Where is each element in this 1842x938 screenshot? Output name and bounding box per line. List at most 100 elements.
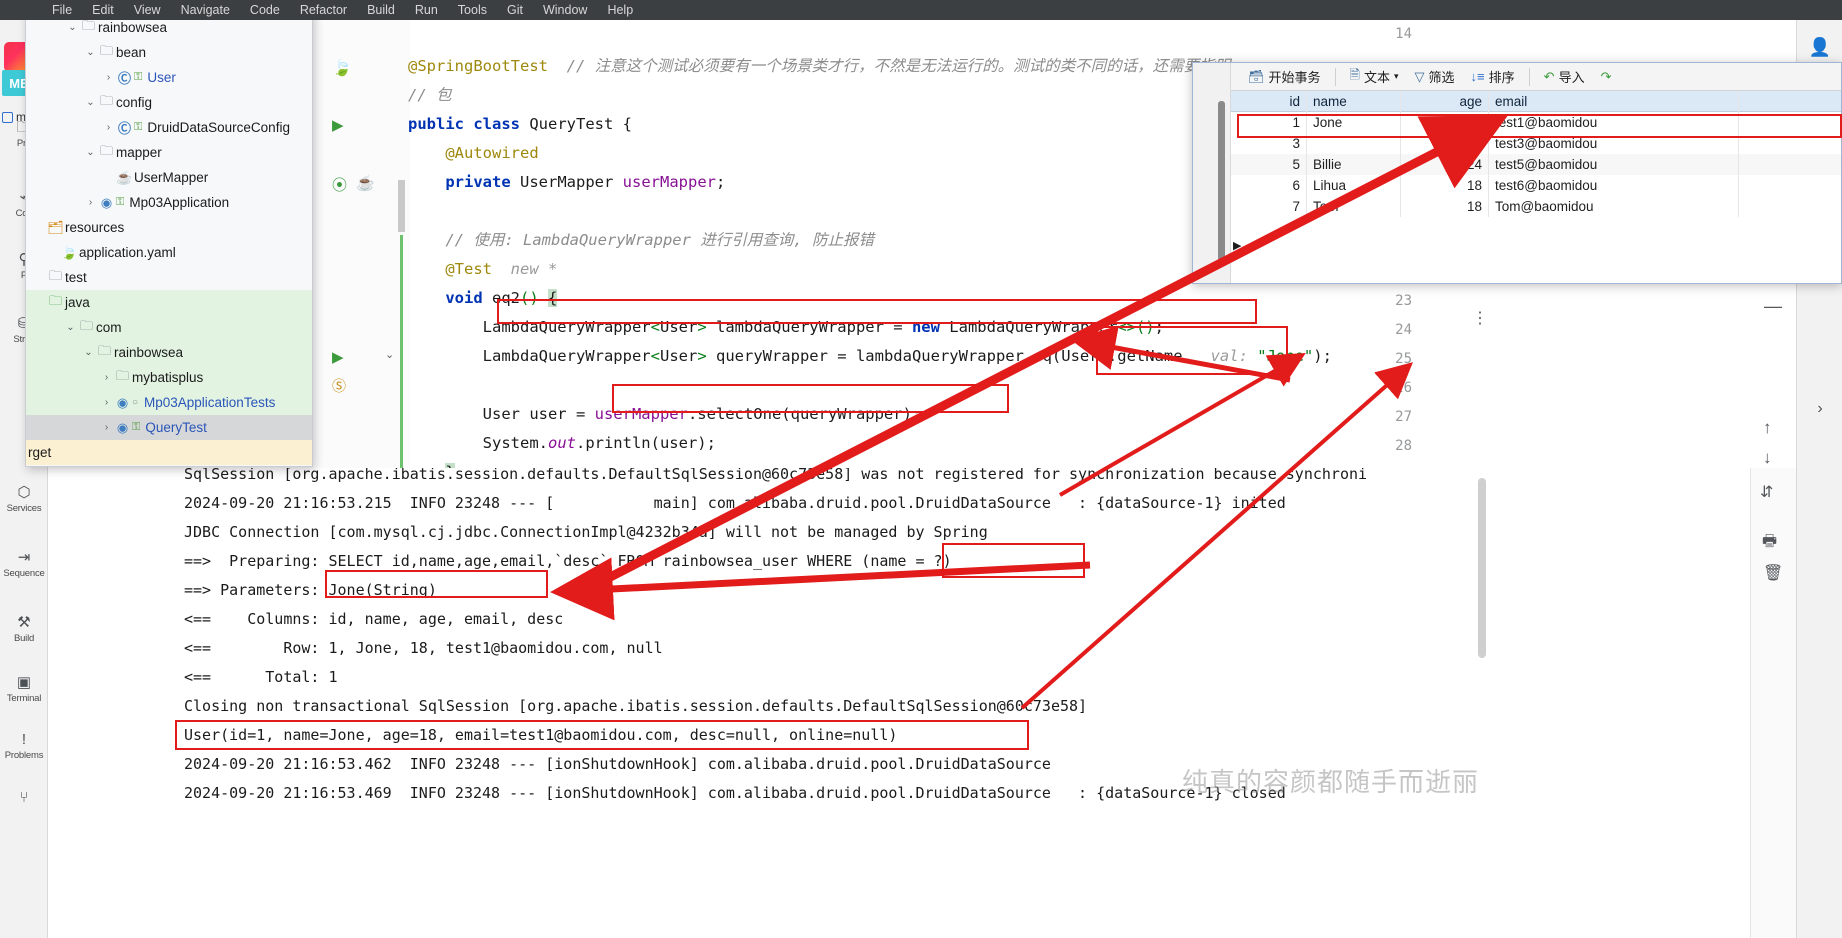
db-cell-id[interactable]: 6 xyxy=(1231,175,1307,196)
db-cell-age[interactable]: 18 xyxy=(1401,112,1489,133)
code-line-17[interactable]: public class QueryTest { xyxy=(408,114,632,135)
chevron-down-icon[interactable]: ⌄ xyxy=(385,348,394,361)
db-cell-name[interactable]: Billie xyxy=(1307,154,1401,175)
chevron-down-icon[interactable]: ⌄ xyxy=(82,347,95,358)
menu-item-file[interactable]: File xyxy=(42,0,82,20)
menu-item-edit[interactable]: Edit xyxy=(82,0,124,20)
db-cell-age[interactable]: 18 xyxy=(1401,175,1489,196)
code-line-22[interactable]: @Test new * xyxy=(408,259,557,280)
scroll-down-icon[interactable]: ↓ xyxy=(1763,448,1772,468)
text-view-button[interactable]: 🗎 文本 ▾ xyxy=(1343,64,1406,90)
table-row[interactable]: 5 Billie 24 test5@baomidou xyxy=(1231,154,1841,175)
project-tool-window[interactable]: ⌄ 🗀 rainbowsea ⌄ 🗀 bean › Ⓒ ⚿ User ⌄ 🗀 c… xyxy=(25,12,313,467)
db-cell-name[interactable] xyxy=(1307,133,1401,154)
menu-item-run[interactable]: Run xyxy=(405,0,448,20)
tree-node-target[interactable]: rget xyxy=(26,440,312,465)
sidebar-item-services[interactable]: ⬡ Services xyxy=(0,485,48,515)
database-client-window[interactable]: 🗃 开始事务 🗎 文本 ▾ ▽ 筛选 ↓≡ 排序 ↶ 导入 ↷ id name … xyxy=(1192,62,1842,284)
code-line-18[interactable]: @Autowired xyxy=(408,143,538,164)
warning-bulb-icon[interactable]: Ⓢ xyxy=(332,376,346,396)
chevron-down-icon[interactable]: ⌄ xyxy=(66,22,79,33)
tree-node-usermapper[interactable]: ☕ UserMapper xyxy=(26,165,312,190)
db-cell-name[interactable]: Jone xyxy=(1307,112,1401,133)
table-row[interactable]: 1 Jone 18 test1@baomidou xyxy=(1231,112,1841,133)
menu-item-build[interactable]: Build xyxy=(357,0,405,20)
code-line-15[interactable]: @SpringBootTest // 注意这个测试必须要有一个场景类才行，不然是… xyxy=(408,56,1230,77)
tree-node-mapper[interactable]: ⌄ 🗀 mapper xyxy=(26,140,312,165)
tree-node-com[interactable]: ⌄ 🗀 com xyxy=(26,315,312,340)
db-vertical-scrollbar[interactable] xyxy=(1218,101,1225,261)
code-line-28[interactable]: System.out.println(user); xyxy=(408,433,716,454)
code-line-19[interactable]: private UserMapper userMapper; xyxy=(408,172,725,193)
code-line-29[interactable]: } xyxy=(408,462,455,468)
db-cell-age[interactable]: 18 xyxy=(1401,196,1489,217)
sort-button[interactable]: ↓≡ 排序 xyxy=(1464,65,1522,88)
db-cell-age[interactable]: 24 xyxy=(1401,154,1489,175)
db-cell-id[interactable]: 3 xyxy=(1231,133,1307,154)
db-column-header-name[interactable]: name xyxy=(1307,90,1401,112)
chevron-down-icon[interactable]: ▾ xyxy=(1394,71,1399,82)
console-scrollbar[interactable] xyxy=(1478,478,1486,658)
sidebar-item-git[interactable]: ⑂ xyxy=(0,790,48,806)
code-line-16[interactable]: // 包 xyxy=(408,85,452,106)
bean-inject-icon[interactable]: ⦿ xyxy=(332,174,347,195)
db-cell-id[interactable]: 5 xyxy=(1231,154,1307,175)
trash-icon[interactable]: 🗑 xyxy=(1763,563,1783,583)
tree-node-application-yaml[interactable]: 🍃 application.yaml xyxy=(26,240,312,265)
chevron-down-icon[interactable]: ⌄ xyxy=(84,47,97,58)
code-line-21[interactable]: // 使用: LambdaQueryWrapper 进行引用查询, 防止报错 xyxy=(408,230,874,251)
spring-leaf-icon[interactable]: 🍃 xyxy=(332,58,352,78)
db-cell-email[interactable]: test6@baomidou xyxy=(1489,175,1739,196)
tree-node-mybatisplus[interactable]: › 🗀 mybatisplus xyxy=(26,365,312,390)
print-icon[interactable]: 🖶 xyxy=(1762,530,1777,557)
chevron-right-icon[interactable]: › xyxy=(84,197,97,208)
chevron-right-icon[interactable]: › xyxy=(102,72,115,83)
table-row[interactable]: 7 Tom 18 Tom@baomidou xyxy=(1231,196,1841,217)
chevron-right-icon[interactable]: › xyxy=(100,422,113,433)
chevron-right-icon[interactable]: › xyxy=(100,397,113,408)
db-column-header-email[interactable]: email xyxy=(1489,90,1739,112)
db-cell-email[interactable]: test5@baomidou xyxy=(1489,154,1739,175)
menu-item-code[interactable]: Code xyxy=(240,0,290,20)
db-cell-name[interactable]: Tom xyxy=(1307,196,1401,217)
tree-node-resources[interactable]: 🗂 resources xyxy=(26,215,312,240)
db-column-header-age[interactable]: age xyxy=(1401,90,1489,112)
tree-node-druiddatasourceconfig[interactable]: › Ⓒ ⚿ DruidDataSourceConfig xyxy=(26,115,312,140)
chevron-right-icon[interactable]: › xyxy=(100,372,113,383)
code-line-25[interactable]: LambdaQueryWrapper<User> queryWrapper = … xyxy=(408,346,1332,367)
table-row[interactable]: 6 Lihua 18 test6@baomidou xyxy=(1231,175,1841,196)
tree-node-java[interactable]: 🗀 java xyxy=(26,290,312,315)
db-cell-email[interactable]: test3@baomidou xyxy=(1489,133,1739,154)
tree-node-test[interactable]: 🗀 test xyxy=(26,265,312,290)
db-cell-age[interactable]: 22 xyxy=(1401,133,1489,154)
filter-button[interactable]: ▽ 筛选 xyxy=(1408,65,1462,88)
sidebar-item-build[interactable]: ⚒ Build xyxy=(0,615,48,645)
tree-node-user[interactable]: › Ⓒ ⚿ User xyxy=(26,65,312,90)
mybatis-icon[interactable]: ☕ xyxy=(356,174,375,192)
chevron-right-rail-icon[interactable]: › xyxy=(1808,400,1832,418)
sidebar-item-sequence[interactable]: ⇥ Sequence xyxy=(0,550,48,580)
menu-item-view[interactable]: View xyxy=(124,0,171,20)
chevron-down-icon[interactable]: ⌄ xyxy=(84,147,97,158)
db-result-grid[interactable]: id name age email 1 Jone 18 test1@baomid… xyxy=(1231,90,1841,283)
scroll-up-icon[interactable]: ↑ xyxy=(1763,418,1772,438)
tree-node-querytest[interactable]: › ◉ ⚿ QueryTest xyxy=(26,415,312,440)
tree-node-mp03application[interactable]: › ◉ ⚿ Mp03Application xyxy=(26,190,312,215)
editor-minimize-button[interactable]: — xyxy=(1764,296,1782,317)
code-line-23[interactable]: void eq2() { xyxy=(408,288,558,309)
db-cell-email[interactable]: test1@baomidou xyxy=(1489,112,1739,133)
chevron-down-icon[interactable]: ⌄ xyxy=(84,97,97,108)
chevron-down-icon[interactable]: ⌄ xyxy=(64,322,77,333)
menu-item-tools[interactable]: Tools xyxy=(448,0,497,20)
db-cell-name[interactable]: Lihua xyxy=(1307,175,1401,196)
table-row[interactable]: 3 22 test3@baomidou xyxy=(1231,133,1841,154)
tree-node-mp03applicationtests[interactable]: › ◉ ○ Mp03ApplicationTests xyxy=(26,390,312,415)
tree-node-config[interactable]: ⌄ 🗀 config xyxy=(26,90,312,115)
menu-item-navigate[interactable]: Navigate xyxy=(171,0,240,20)
run-class-icon[interactable]: ▶ xyxy=(332,116,344,134)
db-cell-id[interactable]: 7 xyxy=(1231,196,1307,217)
run-method-icon[interactable]: ▶ xyxy=(332,348,344,366)
db-column-header-id[interactable]: id xyxy=(1231,90,1307,112)
tree-node-bean[interactable]: ⌄ 🗀 bean xyxy=(26,40,312,65)
sidebar-item-terminal[interactable]: ▣ Terminal xyxy=(0,675,48,705)
